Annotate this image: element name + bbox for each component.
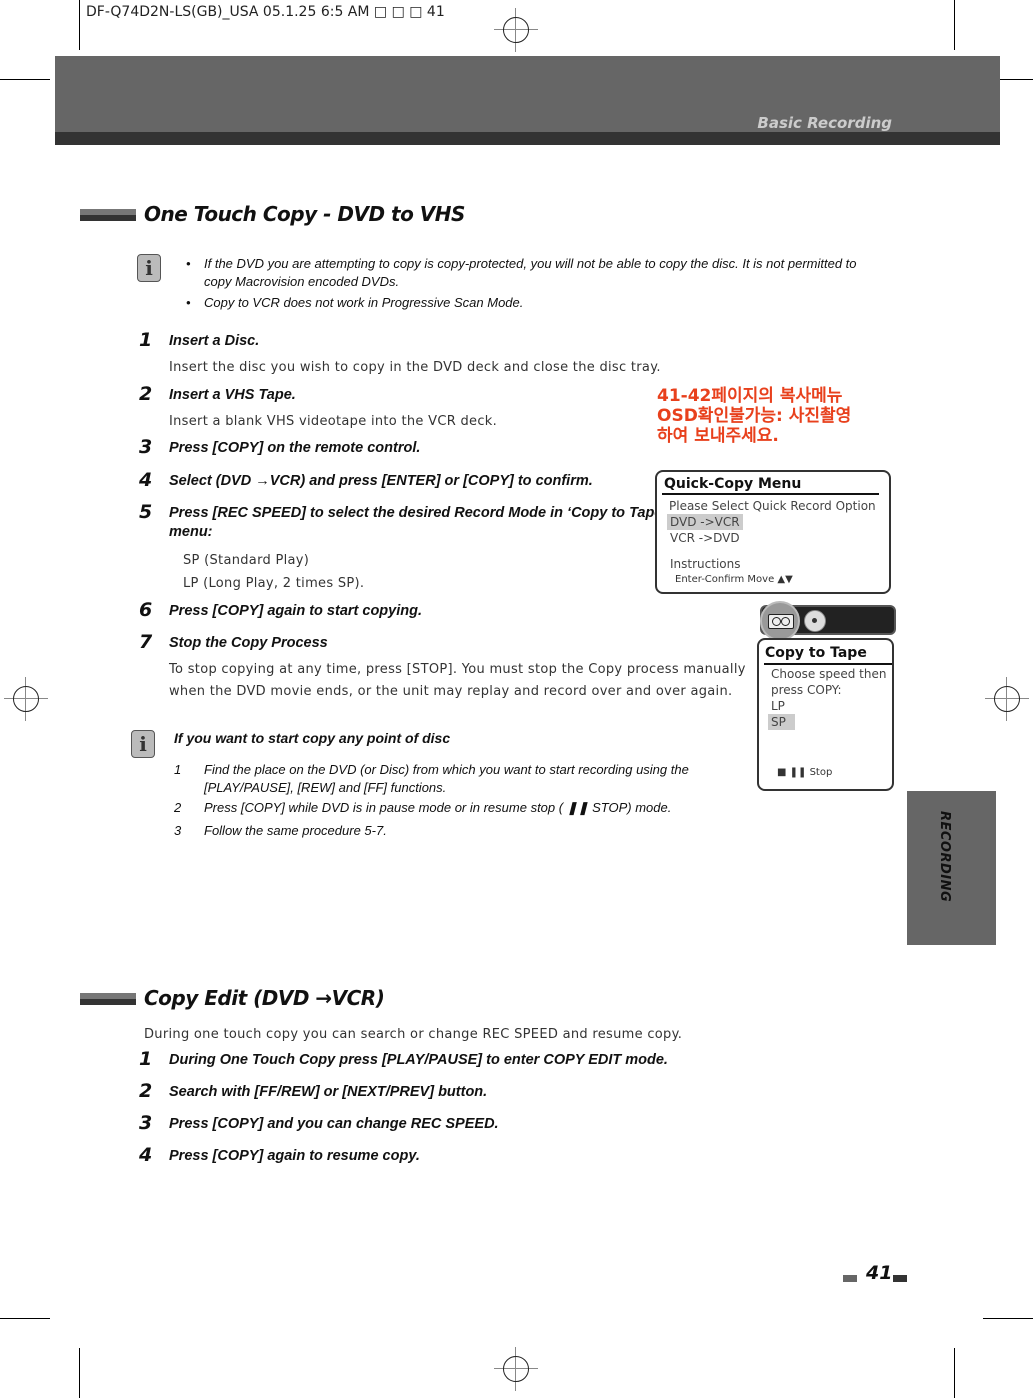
- step-heading: During One Touch Copy press [PLAY/PAUSE]…: [169, 1052, 668, 1068]
- chapter-tab: RECORDING: [907, 791, 996, 945]
- crop-mark: [983, 1318, 1033, 1319]
- tip-item-text: Find the place on the DVD (or Disc) from…: [204, 762, 689, 777]
- section-title-bar: [80, 209, 136, 221]
- step-heading: Insert a VHS Tape.: [169, 387, 296, 403]
- step-description: To stop copying at any time, press [STOP…: [169, 662, 746, 677]
- step-number: 4: [139, 1144, 153, 1166]
- section-title: One Touch Copy - DVD to VHS: [144, 202, 465, 226]
- step-description: Insert the disc you wish to copy in the …: [169, 360, 661, 375]
- osd-option[interactable]: VCR ->DVD: [670, 530, 740, 546]
- step-heading: Stop the Copy Process: [169, 635, 328, 651]
- crop-mark: [79, 0, 80, 50]
- step-number: 7: [139, 631, 153, 653]
- osd-option-selected[interactable]: SP: [768, 714, 795, 730]
- osd-prompt: press COPY:: [771, 683, 842, 697]
- step-number: 1: [139, 1048, 153, 1070]
- section-title: Copy Edit (DVD →VCR): [144, 986, 385, 1010]
- step-number: 5: [139, 501, 153, 523]
- osd-option-label: DVD ->VCR: [667, 514, 743, 530]
- step-heading: Search with [FF/REW] or [NEXT/PREV] butt…: [169, 1084, 488, 1100]
- osd-title: Quick-Copy Menu: [664, 476, 802, 492]
- osd-option-label: SP: [768, 714, 795, 730]
- tip-item-text: Press [COPY] while DVD is in pause mode …: [204, 800, 672, 815]
- korean-annotation: 41-42페이지의 복사메뉴 OSD확인불가능: 사진촬영 하여 보내주세요.: [657, 386, 851, 446]
- note-bullet: •: [186, 295, 191, 310]
- osd-divider: [662, 493, 879, 495]
- step-heading: Insert a Disc.: [169, 333, 260, 349]
- note-bullet: •: [186, 256, 191, 271]
- page-number: 41: [866, 1262, 893, 1284]
- step-number: 2: [139, 1080, 153, 1102]
- page-number-bar-left: [843, 1275, 857, 1282]
- korean-annotation-line: 41-42페이지의 복사메뉴: [657, 386, 843, 406]
- step-heading: Press [COPY] on the remote control.: [169, 440, 421, 456]
- step-heading: Press [COPY] and you can change REC SPEE…: [169, 1116, 499, 1132]
- step-description: LP (Long Play, 2 times SP).: [183, 576, 365, 591]
- crop-mark: [0, 79, 50, 80]
- chapter-tab-label: RECORDING: [937, 811, 952, 903]
- tip-item-number: 1: [174, 762, 182, 777]
- registration-mark-icon: [494, 1347, 538, 1391]
- osd-instructions: Enter-Confirm Move ▲▼: [675, 574, 793, 585]
- crop-mark: [954, 0, 955, 50]
- osd-prompt: Please Select Quick Record Option: [669, 499, 876, 513]
- quick-copy-menu: Quick-Copy Menu Please Select Quick Reco…: [655, 470, 891, 594]
- step-description: Insert a blank VHS videotape into the VC…: [169, 414, 498, 429]
- tip-item-number: 2: [174, 800, 182, 815]
- step-description: when the DVD movie ends, or the unit may…: [169, 684, 733, 699]
- vcr-tape-icon: [760, 601, 800, 641]
- step-heading: menu:: [169, 524, 213, 540]
- step-number: 1: [139, 329, 153, 351]
- registration-mark-icon: [4, 677, 48, 721]
- step-number: 3: [139, 436, 153, 458]
- osd-option[interactable]: LP: [771, 698, 785, 714]
- osd-instructions-label: Instructions: [670, 557, 741, 571]
- section-intro: During one touch copy you can search or …: [144, 1027, 683, 1042]
- step-heading: Press [COPY] again to start copying.: [169, 603, 422, 619]
- registration-mark-icon: [985, 677, 1029, 721]
- osd-title: Copy to Tape: [765, 645, 867, 661]
- header-section-label: Basic Recording: [757, 114, 892, 132]
- section-title-bar: [80, 993, 136, 1005]
- osd-footer: ■ ❚❚ Stop: [777, 767, 833, 778]
- step-heading: Press [COPY] again to resume copy.: [169, 1148, 420, 1164]
- step-number: 3: [139, 1112, 153, 1134]
- crop-mark: [79, 1348, 80, 1398]
- registration-mark-icon: [494, 8, 538, 52]
- crop-mark: [954, 1348, 955, 1398]
- osd-option-selected[interactable]: DVD ->VCR: [667, 514, 743, 530]
- step-number: 2: [139, 383, 153, 405]
- tip-item-number: 3: [174, 823, 182, 838]
- media-source-bar: [760, 601, 896, 641]
- step-number: 6: [139, 599, 153, 621]
- korean-annotation-line: OSD확인불가능: 사진촬영: [657, 406, 852, 426]
- note-text: Copy to VCR does not work in Progressive…: [204, 295, 524, 310]
- crop-mark: [0, 1318, 50, 1319]
- copy-to-tape-menu: Copy to Tape Choose speed then press COP…: [757, 638, 894, 791]
- header-band: Basic Recording: [55, 56, 1000, 132]
- disc-icon: [804, 610, 826, 632]
- osd-divider: [764, 663, 892, 665]
- print-slug: DF-Q74D2N-LS(GB)_USA 05.1.25 6:5 AM □ □ …: [86, 4, 445, 20]
- header-band-dark: [55, 132, 1000, 145]
- page-number-bar-right: [893, 1275, 907, 1282]
- note-text: copy Macrovision encoded DVDs.: [204, 274, 400, 289]
- info-icon: i: [131, 730, 155, 758]
- step-heading: Select (DVD →VCR) and press [ENTER] or […: [169, 473, 593, 489]
- tip-item-text: [PLAY/PAUSE], [REW] and [FF] functions.: [204, 780, 447, 795]
- step-number: 4: [139, 469, 153, 491]
- osd-prompt: Choose speed then: [771, 667, 887, 681]
- step-description: SP (Standard Play): [183, 553, 310, 568]
- korean-annotation-line: 하여 보내주세요.: [657, 426, 779, 446]
- step-heading: Press [REC SPEED] to select the desired …: [169, 505, 667, 521]
- tip-item-text: Follow the same procedure 5-7.: [204, 823, 387, 838]
- info-icon: i: [137, 254, 161, 282]
- tip-heading: If you want to start copy any point of d…: [174, 730, 451, 746]
- note-text: If the DVD you are attempting to copy is…: [204, 256, 857, 271]
